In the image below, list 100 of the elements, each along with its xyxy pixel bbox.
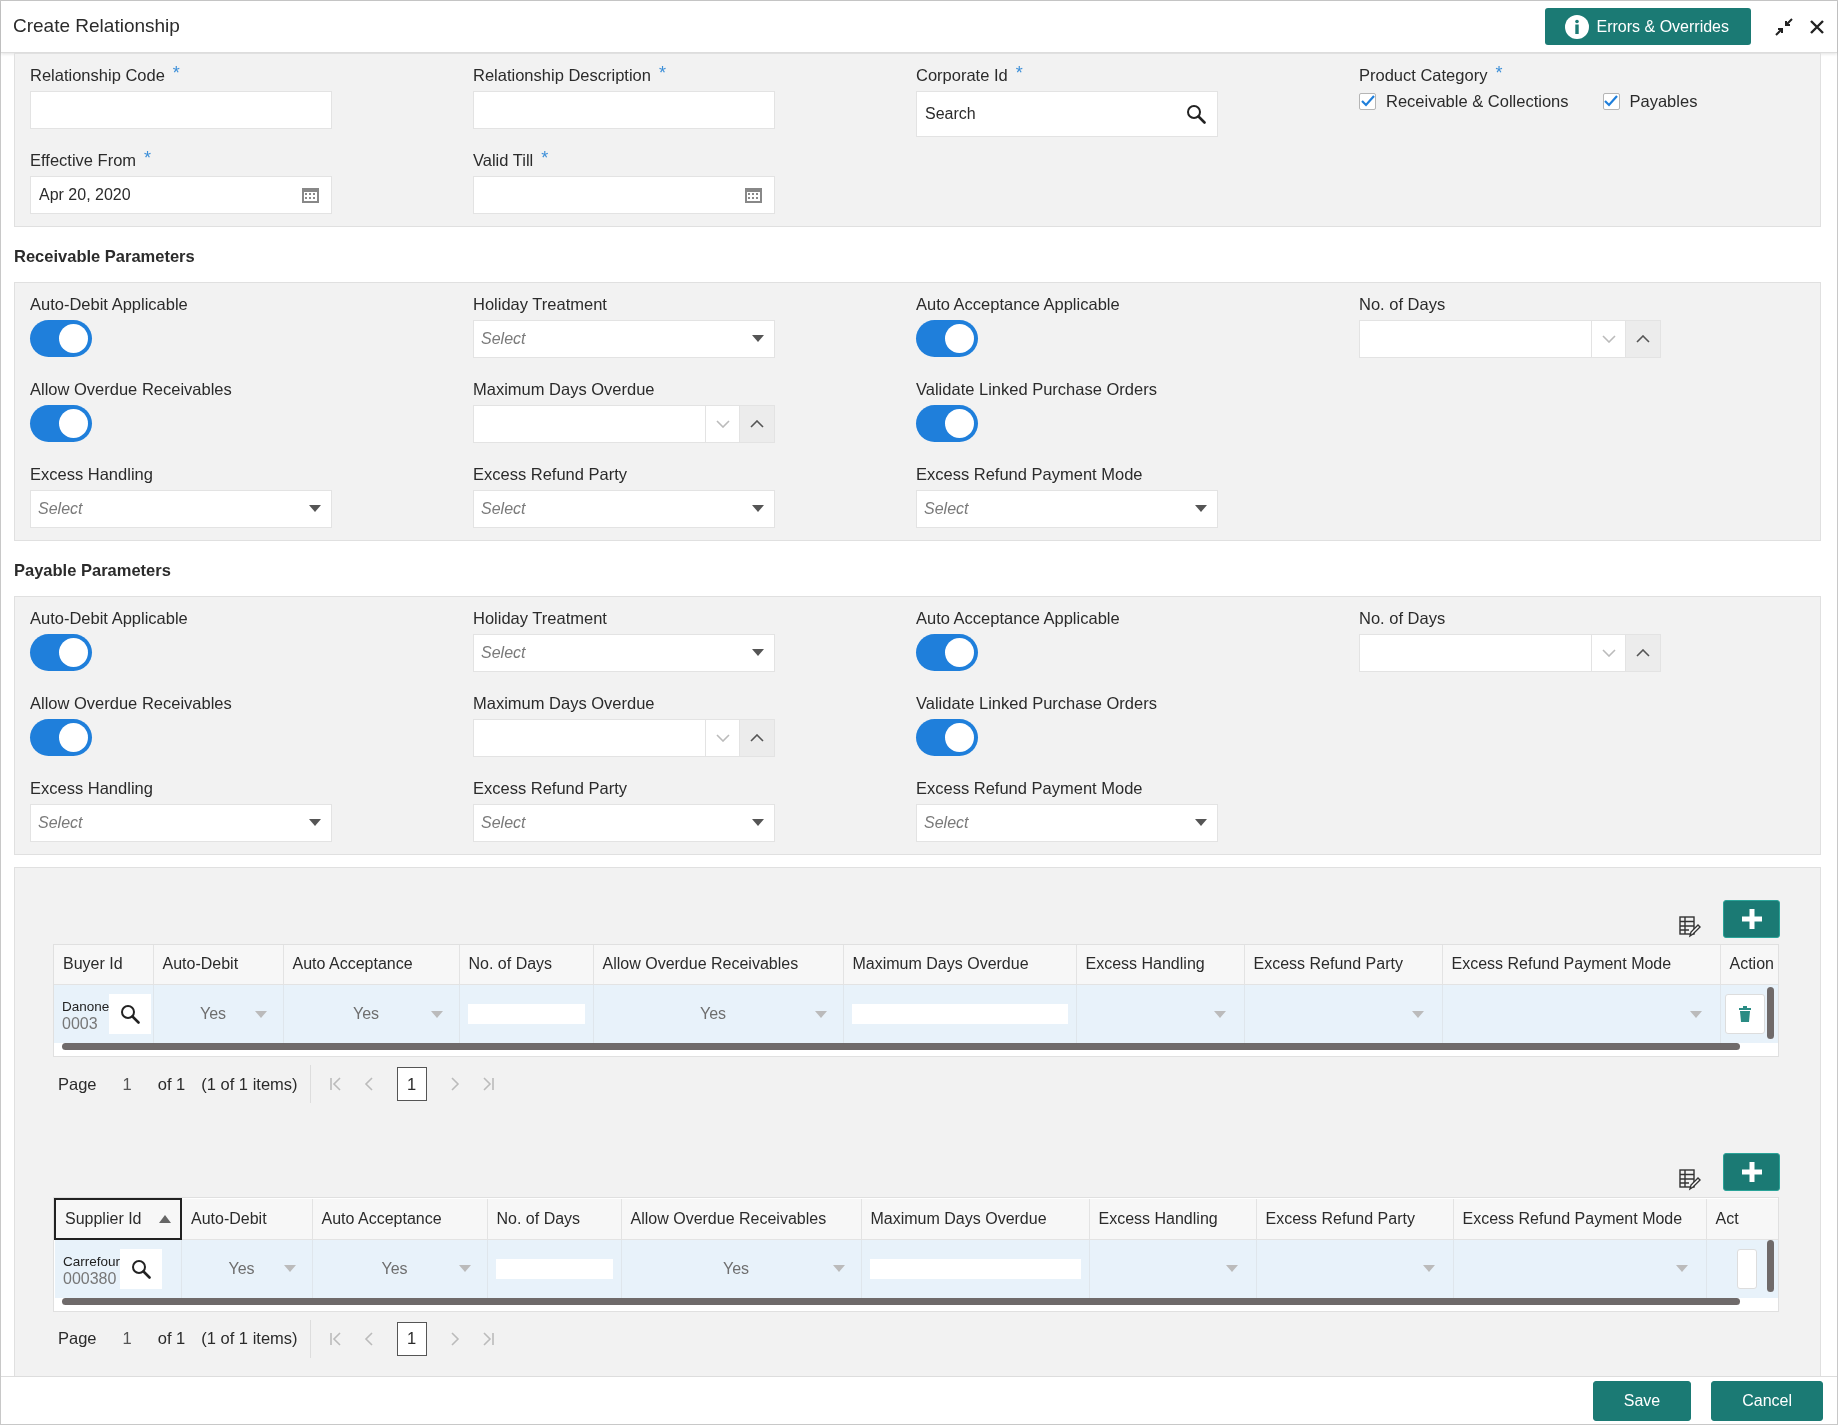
horizontal-scrollbar[interactable] (62, 1297, 1740, 1305)
caret-icon (814, 1010, 827, 1018)
column-header[interactable]: Act (1706, 1199, 1778, 1239)
add-button[interactable] (1723, 899, 1780, 938)
toggle-switch[interactable] (30, 404, 92, 442)
dropdown[interactable]: Select (30, 803, 332, 842)
field-label: Holiday Treatment (473, 607, 607, 629)
action-button[interactable] (1736, 1248, 1757, 1289)
vertical-scrollbar[interactable] (1767, 1240, 1774, 1292)
info-icon (1564, 14, 1589, 39)
increment-button[interactable] (740, 718, 775, 757)
field-label: Excess Refund Payment Mode (916, 463, 1143, 485)
dropdown[interactable]: Select (916, 489, 1218, 528)
edit-columns-icon[interactable] (1679, 1169, 1701, 1191)
field-label: No. of Days (1359, 607, 1446, 629)
page-number: 1 (122, 1073, 132, 1095)
field-label: Valid Till (473, 150, 534, 171)
input-field[interactable] (473, 91, 775, 129)
toggle-switch[interactable] (30, 633, 92, 671)
required-mark: * (144, 149, 152, 170)
search-icon (1186, 104, 1206, 124)
save-button[interactable]: Save (1592, 1380, 1692, 1421)
column-header[interactable]: Auto Acceptance (312, 1199, 487, 1239)
date-field[interactable] (473, 176, 775, 214)
toggle-switch[interactable] (30, 718, 92, 756)
close-icon[interactable] (1809, 18, 1825, 35)
first-page-icon[interactable] (328, 1331, 341, 1346)
input-field[interactable] (30, 91, 332, 129)
increment-button[interactable] (1626, 633, 1661, 672)
toggle-switch[interactable] (30, 319, 92, 357)
last-page-icon[interactable] (482, 1331, 495, 1346)
dropdown[interactable]: Select (473, 489, 775, 528)
column-header[interactable]: Maximum Days Overdue (843, 944, 1076, 985)
caret-icon (430, 1010, 443, 1018)
toggle-switch[interactable] (916, 404, 978, 442)
caret-icon (752, 819, 764, 826)
page-number: 1 (122, 1328, 132, 1350)
column-header[interactable]: No. of Days (459, 944, 593, 985)
search-button[interactable] (109, 994, 152, 1034)
current-page[interactable]: 1 (396, 1067, 427, 1101)
delete-button[interactable] (1724, 994, 1765, 1034)
column-header[interactable]: Excess Refund Party (1256, 1199, 1453, 1239)
current-page[interactable]: 1 (396, 1321, 427, 1356)
vertical-scrollbar[interactable] (1767, 986, 1774, 1039)
column-header[interactable]: Allow Overdue Receivables (621, 1199, 861, 1239)
field-label: Auto-Debit Applicable (30, 607, 188, 629)
dropdown[interactable]: Select (473, 319, 775, 358)
column-header[interactable]: Supplier Id (55, 1199, 181, 1239)
page-label: Page (58, 1073, 97, 1095)
column-header[interactable]: No. of Days (487, 1199, 621, 1239)
column-header[interactable]: Excess Handling (1089, 1199, 1256, 1239)
column-header[interactable]: Buyer Id (54, 944, 153, 985)
column-header[interactable]: Action (1720, 944, 1778, 985)
next-page-icon[interactable] (448, 1331, 461, 1346)
increment-button[interactable] (1626, 319, 1661, 358)
search-button[interactable] (120, 1248, 163, 1289)
plus-icon (1740, 907, 1763, 930)
calendar-icon (744, 186, 763, 204)
toggle-switch[interactable] (916, 633, 978, 671)
errors-overrides-button[interactable]: Errors & Overrides (1544, 8, 1751, 45)
column-header[interactable]: Allow Overdue Receivables (593, 944, 843, 985)
next-page-icon[interactable] (448, 1077, 461, 1091)
date-field[interactable]: Apr 20, 2020 (30, 176, 332, 214)
dropdown[interactable]: Select (473, 633, 775, 672)
horizontal-scrollbar[interactable] (62, 1043, 1740, 1050)
column-header[interactable]: Excess Refund Party (1244, 944, 1442, 985)
last-page-icon[interactable] (482, 1077, 495, 1091)
number-field[interactable] (473, 718, 740, 757)
caret-icon (1213, 1010, 1226, 1018)
number-field[interactable] (1359, 319, 1626, 358)
caret-icon (309, 505, 321, 513)
checkbox[interactable]: Payables (1602, 89, 1698, 114)
column-header[interactable]: Auto Acceptance (283, 944, 459, 985)
column-header[interactable]: Maximum Days Overdue (861, 1199, 1089, 1239)
number-field[interactable] (1359, 633, 1626, 672)
column-header[interactable]: Excess Refund Payment Mode (1442, 944, 1720, 985)
section-heading: Receivable Parameters (14, 246, 196, 267)
cancel-button[interactable]: Cancel (1711, 1380, 1823, 1421)
first-page-icon[interactable] (328, 1077, 341, 1091)
increment-button[interactable] (740, 404, 775, 443)
dropdown[interactable]: Select (473, 803, 775, 842)
calendar-icon (301, 186, 320, 204)
column-header[interactable]: Auto-Debit (181, 1199, 312, 1239)
previous-page-icon[interactable] (362, 1331, 375, 1346)
toggle-switch[interactable] (916, 319, 978, 357)
dropdown[interactable]: Select (916, 803, 1218, 842)
checkbox[interactable]: Receivable & Collections (1359, 89, 1569, 114)
number-field[interactable] (473, 404, 740, 443)
dropdown[interactable]: Select (30, 489, 332, 528)
previous-page-icon[interactable] (362, 1077, 375, 1091)
toggle-switch[interactable] (916, 718, 978, 756)
column-header[interactable]: Excess Refund Payment Mode (1453, 1199, 1706, 1239)
column-header[interactable]: Auto-Debit (153, 944, 283, 985)
items-count: (1 of 1 items) (201, 1328, 298, 1350)
edit-columns-icon[interactable] (1679, 915, 1701, 938)
column-header[interactable]: Excess Handling (1076, 944, 1244, 985)
minimize-icon[interactable] (1775, 17, 1793, 36)
add-button[interactable] (1723, 1153, 1780, 1191)
search-field[interactable]: Search (916, 91, 1218, 137)
chevron-down-icon (1601, 648, 1616, 657)
